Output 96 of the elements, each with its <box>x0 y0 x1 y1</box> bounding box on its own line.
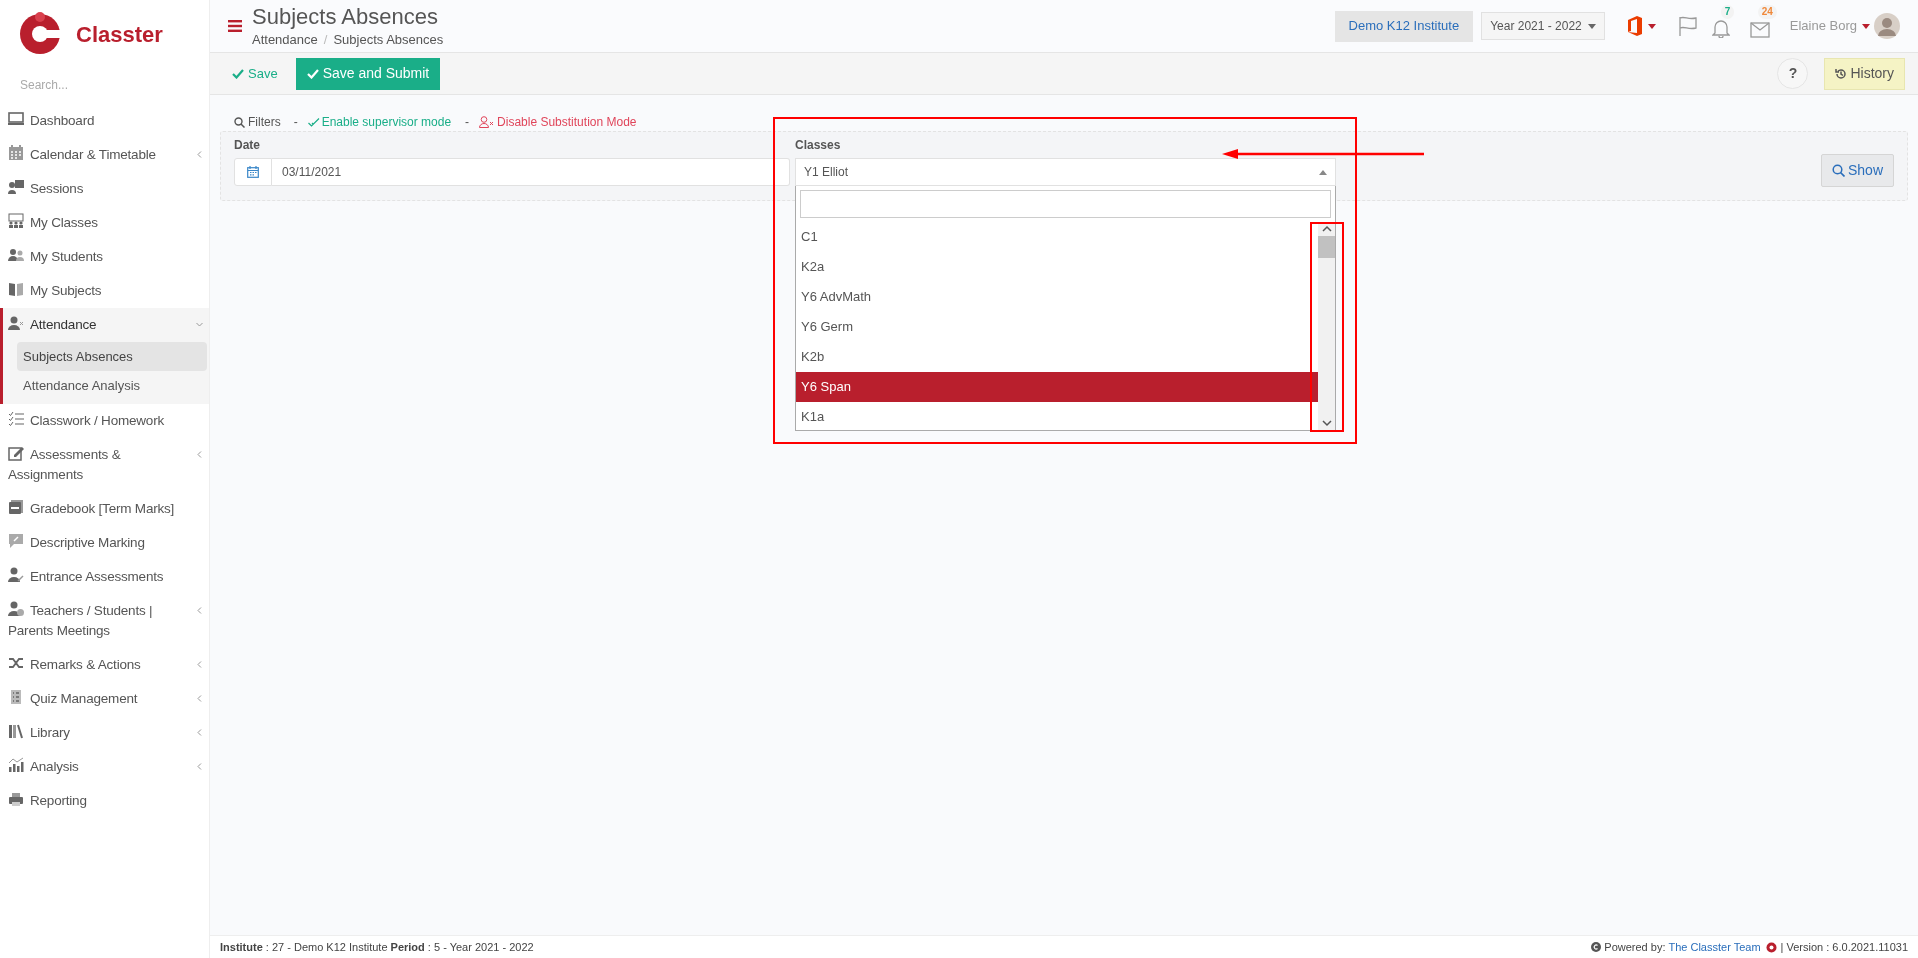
dropdown-option[interactable]: Y6 Span <box>796 372 1318 402</box>
submenu-item[interactable]: Subjects Absences <box>17 342 207 371</box>
breadcrumb-link[interactable]: Attendance <box>252 31 318 48</box>
menu-icon[interactable] <box>228 20 242 32</box>
sidebar-item[interactable]: Attendance <box>3 308 209 342</box>
substitution-mode-link[interactable]: Disable Substitution Mode <box>479 113 637 131</box>
menu-item-icon <box>8 411 24 427</box>
sidebar-item[interactable]: Reporting <box>3 784 209 818</box>
sidebar-item[interactable]: Calendar & Timetable <box>3 138 209 172</box>
menu-item-icon <box>8 499 24 515</box>
office-icon[interactable] <box>1626 16 1643 36</box>
powered-by-text: Powered by: <box>1604 939 1666 955</box>
search-icon <box>234 116 245 128</box>
sidebar-item[interactable]: Teachers / Students | Parents Meetings <box>3 594 209 648</box>
caret-icon[interactable] <box>1647 23 1656 29</box>
envelope-icon[interactable] <box>1749 22 1770 38</box>
sidebar-item[interactable]: Sessions <box>3 172 209 206</box>
year-dropdown[interactable]: Year 2021 - 2022 <box>1481 12 1605 40</box>
menu-item-icon <box>8 757 24 773</box>
dropdown-option[interactable]: C1 <box>796 222 1318 252</box>
scroll-down-icon[interactable] <box>1321 420 1332 427</box>
date-label: Date <box>234 138 261 153</box>
menu-item-icon <box>8 601 24 617</box>
calendar-icon[interactable] <box>247 166 259 178</box>
dropdown-option[interactable]: K2a <box>796 252 1318 282</box>
sidebar-item[interactable]: My Students <box>3 240 209 274</box>
classes-label: Classes <box>795 138 841 153</box>
check-icon <box>306 68 319 79</box>
dropdown-option[interactable]: K1a <box>796 402 1318 430</box>
menu-item-icon <box>8 315 24 331</box>
separator-text: - <box>293 114 298 131</box>
menu-item-icon <box>8 247 24 263</box>
dropdown-search-field[interactable] <box>800 190 1331 218</box>
menu-item-icon <box>8 111 24 127</box>
menu-item-icon <box>8 533 24 549</box>
footer-info: Institute : 27 - Demo K12 Institute Period : 5 - Year 2021 - 2022 <box>220 939 534 955</box>
menu-item-icon <box>8 145 24 161</box>
sidebar-item[interactable]: Analysis <box>3 750 209 784</box>
sidebar-item[interactable]: Entrance Assessments <box>3 560 209 594</box>
history-button[interactable]: History <box>1824 57 1905 90</box>
logo-text: Classter <box>76 20 163 49</box>
breadcrumb-separator: / <box>323 31 328 48</box>
scrollbar[interactable] <box>1318 222 1335 430</box>
menu-item-icon <box>8 723 24 739</box>
dropdown-option[interactable]: Y6 AdvMath <box>796 282 1318 312</box>
dropdown-option[interactable]: K2b <box>796 342 1318 372</box>
breadcrumb-current: Subjects Absences <box>333 31 444 48</box>
sidebar-item[interactable]: Remarks & Actions <box>3 648 209 682</box>
separator-text: - <box>465 114 470 131</box>
date-field[interactable]: 03/11/2021 <box>272 158 790 186</box>
institute-button[interactable]: Demo K12 Institute <box>1334 10 1474 42</box>
help-button[interactable]: ? <box>1777 58 1809 89</box>
menu-item-icon <box>8 281 24 297</box>
check-icon <box>232 68 244 79</box>
classes-dropdown[interactable]: Y1 Elliot <box>795 158 1336 186</box>
calendar-button[interactable] <box>234 158 272 186</box>
sidebar-item[interactable]: Dashboard <box>3 104 209 138</box>
dropdown-option[interactable]: Y6 Germ <box>796 312 1318 342</box>
flag-icon[interactable] <box>1677 16 1698 36</box>
menu-item-icon <box>8 655 24 671</box>
caret-icon <box>1587 23 1596 29</box>
message-badge: 24 <box>1757 5 1777 19</box>
scroll-up-icon[interactable] <box>1321 225 1332 232</box>
double-check-icon <box>307 117 320 127</box>
menu-item-icon <box>8 567 24 583</box>
sidebar-item[interactable]: My Subjects <box>3 274 209 308</box>
sidebar-item[interactable]: Quiz Management <box>3 682 209 716</box>
sidebar-item[interactable]: Descriptive Marking <box>3 526 209 560</box>
menu-item-icon <box>8 791 24 807</box>
submenu-item[interactable]: Attendance Analysis <box>17 371 207 400</box>
menu-item-icon <box>8 445 24 461</box>
team-link[interactable]: The Classter Team <box>1668 938 1761 956</box>
bell-icon[interactable] <box>1711 18 1730 38</box>
sidebar-item[interactable]: Assessments & Assignments <box>3 438 209 492</box>
show-button[interactable]: Show <box>1820 154 1894 187</box>
menu-item-icon <box>8 179 24 195</box>
menu-item-icon <box>8 213 24 229</box>
menu-item-icon <box>8 689 24 705</box>
sidebar-item[interactable]: Library <box>3 716 209 750</box>
logo-icon <box>1765 941 1777 953</box>
history-icon <box>1835 67 1848 80</box>
search-field[interactable]: Search... <box>14 70 194 100</box>
filters-label: Filters <box>248 114 281 131</box>
version-text: | Version : 6.0.2021.11031 <box>1780 939 1908 955</box>
user-remove-icon <box>479 116 495 128</box>
page-title: Subjects Absences <box>252 3 439 31</box>
logo-icon <box>18 11 62 57</box>
sidebar-item[interactable]: Classwork / Homework <box>3 404 209 438</box>
notification-badge: 7 <box>1720 5 1735 19</box>
sidebar-item[interactable]: Gradebook [Term Marks] <box>3 492 209 526</box>
copyright-icon <box>1591 942 1602 952</box>
caret-icon <box>1862 23 1870 29</box>
avatar-icon[interactable] <box>1874 13 1900 39</box>
sidebar-item[interactable]: My Classes <box>3 206 209 240</box>
search-icon <box>1831 164 1845 177</box>
scroll-thumb[interactable] <box>1318 236 1335 258</box>
